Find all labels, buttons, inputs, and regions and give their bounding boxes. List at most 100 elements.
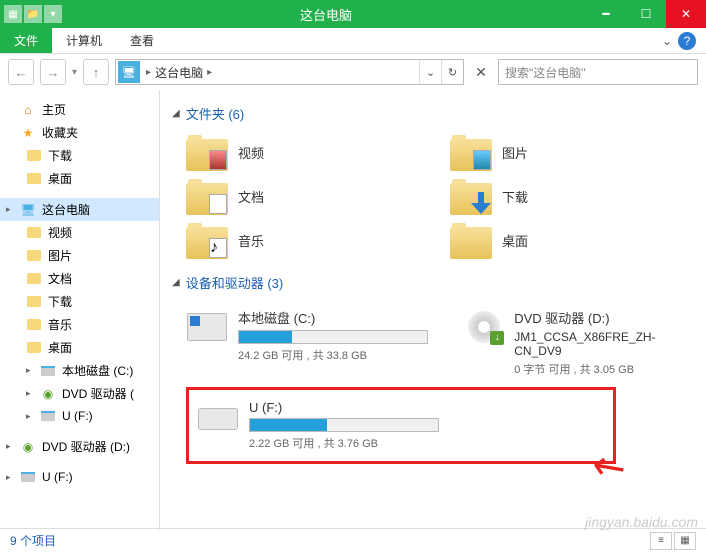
tree-label: 图片 [48,247,72,264]
tree-documents[interactable]: 文档 [0,267,159,290]
tree-u-drive[interactable]: ▸U (F:) [0,466,159,488]
clear-button[interactable]: ✕ [470,59,492,85]
drive-icon [40,408,56,424]
tree-label: 视频 [48,224,72,241]
breadcrumb-separator-icon[interactable]: ▸ [203,67,216,78]
folder-videos[interactable]: 视频 [186,133,430,171]
main-area: ⌂主页 ★收藏夹 下载 桌面 ▸🖥这台电脑 视频 图片 文档 下载 音乐 桌面 … [0,90,706,530]
search-placeholder: 搜索"这台电脑" [505,64,586,81]
tree-pictures[interactable]: 图片 [0,244,159,267]
ribbon-expand-icon[interactable]: ⌄ [662,34,672,48]
tree-label: 这台电脑 [42,201,90,218]
tree-favorites[interactable]: ★收藏夹 [0,121,159,144]
address-bar[interactable]: 🖥 ▸ 这台电脑 ▸ ⌄ ↻ [115,59,464,85]
tree-music[interactable]: 音乐 [0,313,159,336]
tree-drive-c[interactable]: ▸本地磁盘 (C:) [0,359,159,382]
drive-icon [20,469,36,485]
tree-label: DVD 驱动器 ( [62,385,134,402]
properties-icon[interactable]: ▦ [4,5,22,23]
up-button[interactable]: ↑ [83,59,109,85]
highlighted-drive: U (F:) 2.22 GB 可用 , 共 3.76 GB [186,387,616,464]
maximize-button[interactable]: ☐ [626,0,666,28]
caret-icon[interactable]: ▸ [6,204,14,215]
caret-icon[interactable]: ▸ [26,388,34,399]
external-drive-icon [197,400,239,438]
music-folder-icon: ♪ [186,221,228,259]
refresh-button[interactable]: ↻ [441,60,463,84]
folder-icon [26,148,42,164]
collapse-icon[interactable]: ◢ [172,108,180,119]
folder-label: 文档 [238,187,264,206]
navigation-pane: ⌂主页 ★收藏夹 下载 桌面 ▸🖥这台电脑 视频 图片 文档 下载 音乐 桌面 … [0,90,160,530]
watermark: jingyan.baidu.com [585,514,698,530]
pc-icon: 🖥 [20,202,36,218]
documents-folder-icon [186,177,228,215]
close-button[interactable]: ✕ [666,0,706,28]
caret-icon[interactable]: ▸ [26,365,34,376]
tree-downloads[interactable]: 下载 [0,144,159,167]
folder-label: 音乐 [238,231,264,250]
folders-section-header[interactable]: ◢ 文件夹 (6) [172,104,694,123]
drive-stats: 24.2 GB 可用 , 共 33.8 GB [238,347,434,363]
drive-u[interactable]: U (F:) 2.22 GB 可用 , 共 3.76 GB [197,394,605,457]
dvd-icon: ◉ [40,386,56,402]
tree-desktop[interactable]: 桌面 [0,336,159,359]
tree-dvd-drive[interactable]: ▸◉DVD 驱动器 (D:) [0,435,159,458]
section-title: 设备和驱动器 (3) [186,273,284,292]
folder-label: 下载 [502,187,528,206]
help-button[interactable]: ? [678,32,696,50]
file-tab[interactable]: 文件 [0,28,52,53]
folder-icon [26,317,42,333]
folder-downloads[interactable]: 下载 [450,177,694,215]
tree-u-drive[interactable]: ▸U (F:) [0,405,159,427]
titlebar: ▦ 📁 ▾ 这台电脑 ━ ☐ ✕ [0,0,706,28]
tree-dvd[interactable]: ▸ ◉ DVD 驱动器 ( [0,382,159,405]
folder-icon [26,340,42,356]
folder-pictures[interactable]: 图片 [450,133,694,171]
search-input[interactable]: 搜索"这台电脑" [498,59,698,85]
tree-label: DVD 驱动器 (D:) [42,438,130,455]
folder-documents[interactable]: 文档 [186,177,430,215]
folder-desktop[interactable]: 桌面 [450,221,694,259]
forward-button[interactable]: → [40,59,66,85]
navigation-bar: ← → ▾ ↑ 🖥 ▸ 这台电脑 ▸ ⌄ ↻ ✕ 搜索"这台电脑" [0,54,706,90]
breadcrumb[interactable]: 这台电脑 [155,64,203,81]
minimize-button[interactable]: ━ [586,0,626,28]
tab-computer[interactable]: 计算机 [52,28,116,53]
caret-icon[interactable]: ▸ [26,411,34,422]
tree-desktop[interactable]: 桌面 [0,167,159,190]
tree-downloads[interactable]: 下载 [0,290,159,313]
home-icon: ⌂ [20,102,36,118]
collapse-icon[interactable]: ◢ [172,277,180,288]
tree-label: 桌面 [48,339,72,356]
folder-icon [26,225,42,241]
tree-videos[interactable]: 视频 [0,221,159,244]
drive-c[interactable]: 本地磁盘 (C:) 24.2 GB 可用 , 共 33.8 GB [186,302,434,383]
caret-icon[interactable]: ▸ [6,472,14,483]
tree-label: 下载 [48,147,72,164]
tree-home[interactable]: ⌂主页 [0,98,159,121]
drives-section-header[interactable]: ◢ 设备和驱动器 (3) [172,273,694,292]
drive-dvd[interactable]: DVD 驱动器 (D:) JM1_CCSA_X86FRE_ZH-CN_DV9 0… [464,302,694,383]
folder-icon[interactable]: 📁 [24,5,42,23]
dvd-icon [464,308,504,346]
quick-access-toolbar: ▦ 📁 ▾ [0,5,66,23]
details-view-button[interactable]: ≡ [650,532,672,550]
history-dropdown-icon[interactable]: ▾ [72,67,77,78]
dropdown-icon[interactable]: ▾ [44,5,62,23]
tree-label: 桌面 [48,170,72,187]
folder-music[interactable]: ♪ 音乐 [186,221,430,259]
tree-this-pc[interactable]: ▸ 🖥 这台电脑 [0,198,159,221]
hdd-icon [186,308,228,346]
folder-icon [26,271,42,287]
address-dropdown-icon[interactable]: ⌄ [419,60,441,84]
breadcrumb-separator-icon: ▸ [142,67,155,78]
pc-icon: 🖥 [118,61,140,83]
back-button[interactable]: ← [8,59,34,85]
icons-view-button[interactable]: ▦ [674,532,696,550]
drive-label: 本地磁盘 (C:) [238,308,434,327]
caret-icon[interactable]: ▸ [6,441,14,452]
tab-view[interactable]: 查看 [116,28,168,53]
drive-stats: 2.22 GB 可用 , 共 3.76 GB [249,435,605,451]
folder-label: 视频 [238,143,264,162]
